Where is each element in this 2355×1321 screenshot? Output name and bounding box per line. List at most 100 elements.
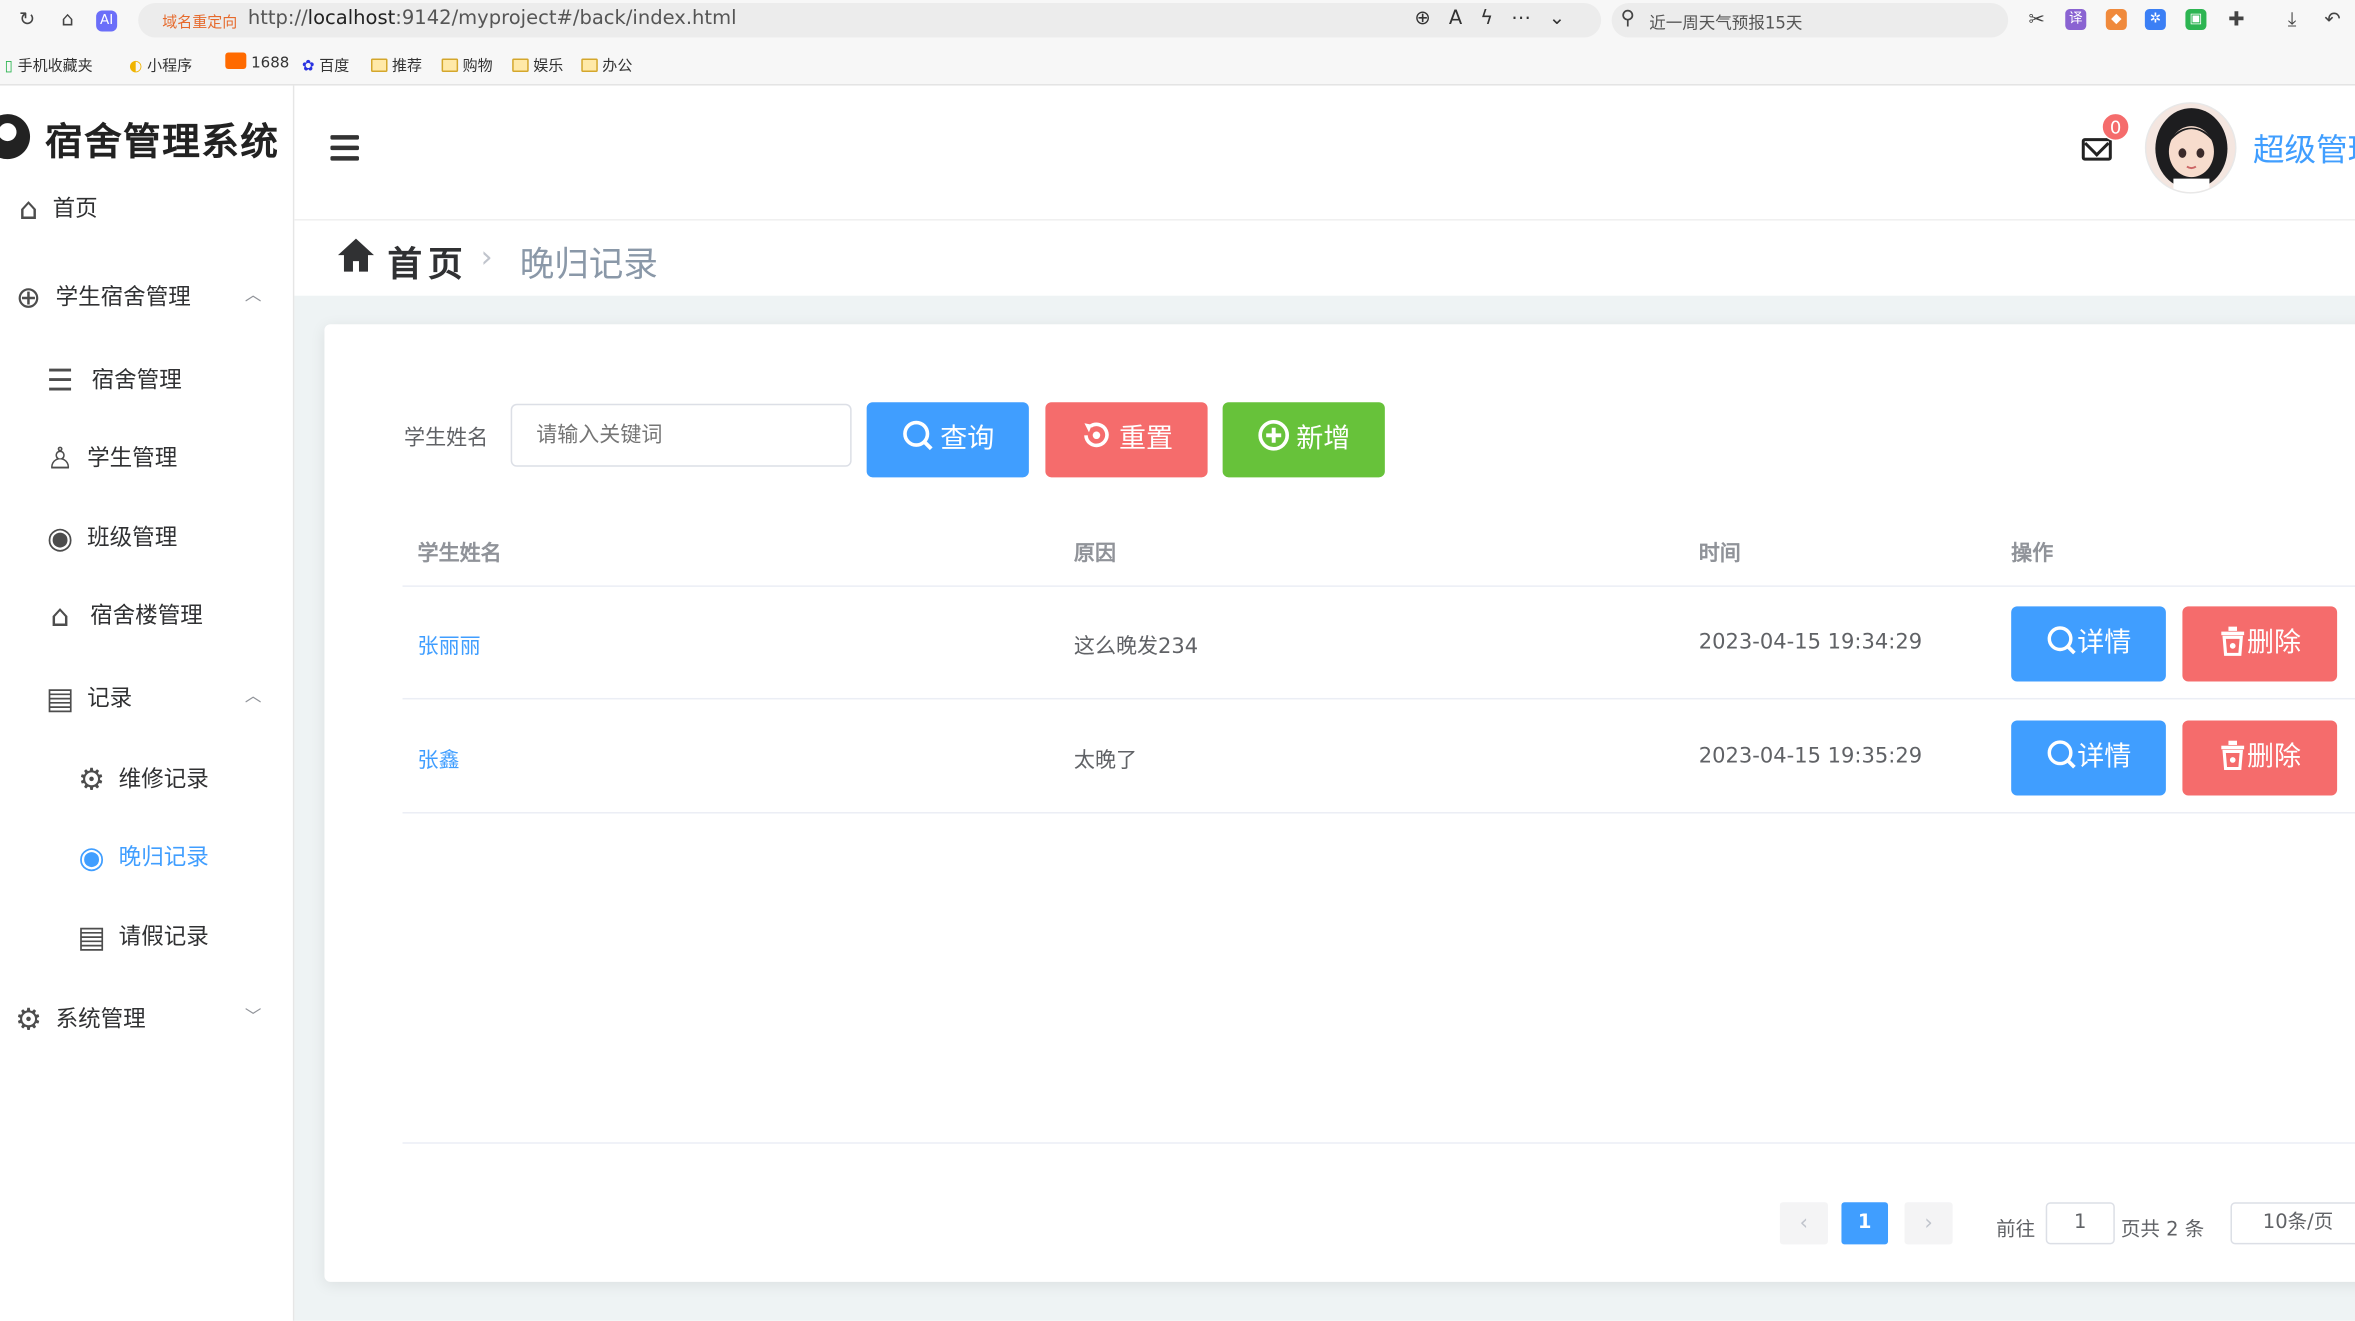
divider bbox=[402, 812, 2355, 814]
time-cell: 2023-04-15 19:35:29 bbox=[1698, 744, 1923, 769]
download-icon[interactable]: ⤓ bbox=[2280, 9, 2304, 33]
trash-icon bbox=[2221, 626, 2245, 657]
sidebar-item-system[interactable]: ⚙ 系统管理 ﹀ bbox=[0, 983, 294, 1052]
more-icon[interactable]: ⋯ bbox=[1511, 8, 1549, 31]
sidebar-item-label: 维修记录 bbox=[118, 765, 209, 793]
browser-toolbar: ↻ ⌂ AI 域名重定向 http://localhost:9142/mypro… bbox=[0, 0, 2355, 42]
bookmark-1688[interactable]: 1688 bbox=[225, 52, 289, 72]
bookmark-miniapp[interactable]: ◐ 小程序 bbox=[129, 53, 192, 76]
url-text[interactable]: http://localhost:9142/myproject#/back/in… bbox=[248, 8, 737, 31]
game-ext-icon[interactable]: ◆ bbox=[2105, 9, 2127, 31]
chevron-down-icon[interactable]: ⌄ bbox=[1549, 8, 1583, 31]
bookmark-folder-fun[interactable]: 娱乐 bbox=[512, 53, 563, 75]
bookmark-mobile[interactable]: ▯ 手机收藏夹 bbox=[5, 53, 93, 76]
browser-search[interactable]: ⚲ 近一周天气预报15天 bbox=[1611, 3, 2009, 38]
bookmark-folder-recommend[interactable]: 推荐 bbox=[370, 53, 422, 75]
goto-page-input[interactable]: 1 bbox=[2045, 1202, 2115, 1245]
home-icon: ⌂ bbox=[18, 190, 39, 227]
drop-icon: ◉ bbox=[78, 839, 105, 876]
query-label: 查询 bbox=[940, 423, 995, 455]
bookmarks-bar: ▯ 手机收藏夹 ◐ 小程序 1688 ✿ 百度 推荐 购物 娱乐 办公 bbox=[0, 48, 2355, 78]
detail-label: 详情 bbox=[2077, 741, 2132, 774]
student-name-link[interactable]: 张鑫 bbox=[418, 744, 460, 774]
scissors-icon[interactable]: ✂ bbox=[2025, 9, 2049, 33]
address-bar[interactable]: 域名重定向 http://localhost:9142/myproject#/b… bbox=[138, 3, 1602, 38]
sidebar-item-student-dorm[interactable]: ⊕ 学生宿舍管理 ︿ bbox=[0, 261, 294, 330]
delete-button[interactable]: 删除 bbox=[2182, 606, 2338, 682]
sidebar-item-buildings[interactable]: ⌂ 宿舍楼管理 bbox=[0, 579, 294, 648]
sidebar-item-repair-records[interactable]: ⚙ 维修记录 bbox=[0, 743, 294, 812]
student-name-label: 学生姓名 bbox=[404, 426, 489, 451]
home-icon[interactable]: ⌂ bbox=[56, 9, 80, 33]
chevron-down-icon: ﹀ bbox=[244, 1007, 262, 1027]
add-button[interactable]: 新增 bbox=[1222, 402, 1385, 478]
user-name[interactable]: 超级管理员 bbox=[2253, 126, 2355, 171]
document-icon: ▤ bbox=[77, 918, 106, 955]
query-button[interactable]: 查询 bbox=[866, 402, 1029, 478]
read-aloud-icon[interactable]: A bbox=[1449, 8, 1480, 31]
chevron-up-icon: ︿ bbox=[244, 285, 262, 305]
sidebar-item-label: 记录 bbox=[87, 684, 133, 712]
menu-toggle-icon[interactable] bbox=[330, 135, 359, 167]
sidebar-item-late-records[interactable]: ◉ 晚归记录 bbox=[0, 821, 294, 890]
divider bbox=[402, 585, 2355, 587]
sidebar-item-label: 学生宿舍管理 bbox=[55, 283, 191, 311]
sidebar-item-label: 晚归记录 bbox=[118, 843, 209, 871]
undo-icon[interactable]: ↶ bbox=[2321, 9, 2345, 33]
sidebar-item-records[interactable]: ▤ 记录 ︿ bbox=[0, 662, 294, 731]
bookmark-folder-office[interactable]: 办公 bbox=[581, 53, 632, 75]
student-name-link[interactable]: 张丽丽 bbox=[418, 630, 481, 660]
unread-badge: 0 bbox=[2101, 112, 2130, 142]
wechat-ext-icon[interactable]: ▣ bbox=[2185, 9, 2207, 31]
total-text: 页共 2 条 bbox=[2120, 1218, 2205, 1242]
chevron-up-icon: ︿ bbox=[244, 685, 262, 706]
translate-ext-icon[interactable]: 译 bbox=[2065, 9, 2087, 31]
column-header-name: 学生姓名 bbox=[417, 541, 502, 566]
next-page-button[interactable]: › bbox=[1904, 1202, 1953, 1245]
zoom-icon[interactable]: ⊕ bbox=[1414, 8, 1448, 31]
extensions-icon[interactable]: ✚ bbox=[2224, 9, 2248, 33]
sidebar-item-students[interactable]: ♙ 学生管理 bbox=[0, 422, 294, 491]
breadcrumb-current: 晚归记录 bbox=[519, 246, 658, 286]
refresh-icon bbox=[1084, 422, 1109, 448]
student-name-input[interactable] bbox=[510, 403, 852, 467]
divider bbox=[402, 1142, 2355, 1144]
delete-label: 删除 bbox=[2246, 741, 2302, 774]
add-label: 新增 bbox=[1296, 423, 1351, 455]
sidebar-item-label: 宿舍楼管理 bbox=[90, 601, 203, 629]
column-header-reason: 原因 bbox=[1073, 541, 1116, 566]
address-actions: ⊕Aϟ⋯⌄ bbox=[1414, 8, 1583, 31]
page-number-button[interactable]: 1 bbox=[1841, 1202, 1889, 1245]
page-size-select[interactable]: 10条/页 bbox=[2230, 1202, 2355, 1245]
sidebar-item-classes[interactable]: ◉ 班级管理 bbox=[0, 501, 294, 570]
sidebar-item-label: 学生管理 bbox=[87, 444, 178, 472]
detail-button[interactable]: 详情 bbox=[2011, 720, 2166, 796]
trash-icon bbox=[2221, 740, 2245, 771]
sidebar-item-label: 班级管理 bbox=[87, 523, 178, 551]
folder-icon bbox=[581, 58, 598, 73]
gear-icon: ⚙ bbox=[15, 1001, 43, 1038]
sidebar-item-dorm[interactable]: ☰ 宿舍管理 bbox=[0, 344, 294, 413]
folder-icon bbox=[512, 58, 529, 73]
plus-circle-icon: ⊕ bbox=[15, 279, 42, 316]
flash-icon[interactable]: ϟ bbox=[1480, 8, 1511, 31]
ai-assistant-icon[interactable]: AI bbox=[96, 10, 118, 32]
refresh-icon[interactable]: ↻ bbox=[15, 9, 39, 33]
sidebar-item-home[interactable]: ⌂ 首页 bbox=[0, 173, 294, 242]
sidebar-item-leave-records[interactable]: ▤ 请假记录 bbox=[0, 901, 294, 970]
breadcrumb-home[interactable]: 首页 bbox=[388, 236, 469, 287]
pagination: ‹ 1 › 前往 1 页共 2 条 10条/页 bbox=[324, 1202, 2355, 1247]
bookmark-folder-shopping[interactable]: 购物 bbox=[441, 53, 493, 75]
app-title: 宿舍管理系统 bbox=[45, 120, 280, 164]
delete-button[interactable]: 删除 bbox=[2182, 720, 2338, 796]
browser-chrome: ↻ ⌂ AI 域名重定向 http://localhost:9142/mypro… bbox=[0, 0, 2355, 86]
reset-button[interactable]: 重置 bbox=[1045, 402, 1208, 478]
mail-icon[interactable] bbox=[2081, 138, 2112, 161]
detail-button[interactable]: 详情 bbox=[2011, 606, 2166, 682]
reset-label: 重置 bbox=[1118, 423, 1174, 455]
puzzle-ext-icon[interactable]: ✲ bbox=[2144, 9, 2166, 31]
folder-icon bbox=[441, 58, 459, 73]
prev-page-button[interactable]: ‹ bbox=[1779, 1202, 1828, 1245]
avatar[interactable] bbox=[2144, 102, 2237, 194]
bookmark-baidu[interactable]: ✿ 百度 bbox=[302, 53, 349, 76]
